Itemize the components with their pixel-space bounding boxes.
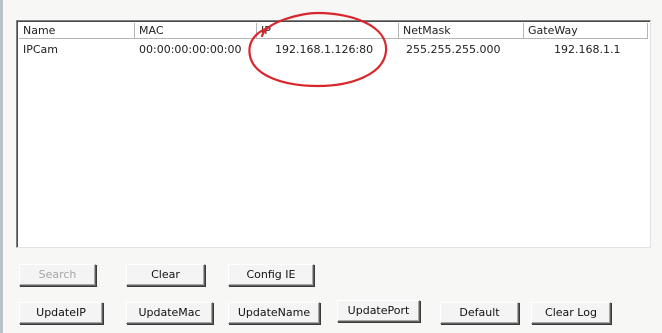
update-name-button[interactable]: UpdateName [228,302,320,324]
default-button[interactable]: Default [440,302,519,324]
update-mac-button[interactable]: UpdateMac [126,302,213,324]
column-header-ip[interactable]: IP [257,23,399,39]
search-button[interactable]: Search [19,264,96,286]
ip-camera-tool-window: Name MAC IP NetMask GateWay IPCam 00:00:… [0,0,662,333]
device-gateway: 192.168.1.1 [554,43,621,56]
device-ip: 192.168.1.126:80 [275,43,374,56]
window-left-border [0,0,3,333]
device-mac: 00:00:00:00:00:00 [139,43,242,56]
config-ie-button[interactable]: Config IE [228,264,314,286]
clear-button[interactable]: Clear [126,264,205,286]
column-header-mac[interactable]: MAC [135,23,257,39]
column-header-name[interactable]: Name [19,23,135,39]
column-header-netmask[interactable]: NetMask [399,23,524,39]
column-header-gateway[interactable]: GateWay [524,23,648,39]
update-ip-button[interactable]: UpdateIP [19,302,103,324]
device-netmask: 255.255.255.000 [406,43,501,56]
device-list[interactable]: Name MAC IP NetMask GateWay IPCam 00:00:… [16,20,651,248]
device-name: IPCam [23,43,59,56]
device-list-header: Name MAC IP NetMask GateWay [19,23,648,40]
clear-log-button[interactable]: Clear Log [531,302,611,324]
device-row[interactable]: IPCam 00:00:00:00:00:00 192.168.1.126:80… [19,42,648,58]
update-port-button[interactable]: UpdatePort [337,300,420,322]
